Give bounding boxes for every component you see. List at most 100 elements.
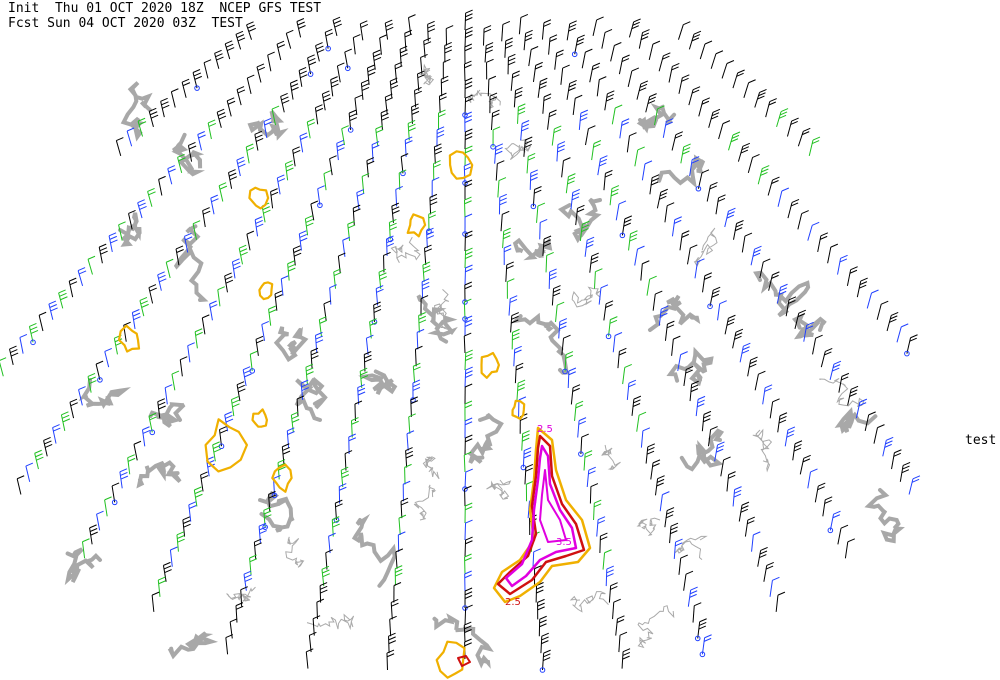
wind-barb [584, 236, 595, 257]
barb-feather [465, 519, 473, 524]
barb-feather [568, 87, 576, 92]
wind-barb [610, 42, 622, 62]
barb-feather [407, 119, 416, 124]
barb-feather [680, 351, 688, 356]
barb-staff [87, 259, 93, 275]
barb-feather [225, 40, 233, 45]
barb-feather [464, 47, 473, 52]
wind-barb [276, 174, 286, 195]
barb-feather [464, 200, 472, 205]
barb-feather [216, 56, 224, 61]
barb-feather [357, 387, 366, 392]
barb-feather [735, 223, 744, 228]
barb-feather [69, 398, 78, 403]
wind-barb [463, 332, 472, 354]
barb-staff [724, 211, 729, 228]
wind-barb [808, 136, 821, 157]
wind-barb [822, 496, 833, 517]
barb-feather [586, 244, 594, 248]
barb-staff [687, 590, 692, 607]
barb-staff [808, 139, 814, 157]
barb-feather [398, 514, 407, 519]
barb-feather [219, 429, 228, 434]
barb-feather [614, 332, 623, 336]
wind-barb [540, 632, 549, 654]
barb-feather [465, 132, 473, 137]
barb-feather [281, 96, 289, 101]
wind-barb [529, 169, 538, 190]
barb-feather [765, 565, 774, 570]
wind-barb [615, 200, 627, 221]
barb-staff [361, 176, 365, 194]
barb-feather [628, 379, 637, 384]
barb-feather [422, 282, 430, 286]
barb-feather [703, 637, 712, 642]
barb-feather [259, 530, 267, 535]
barb-staff [96, 514, 101, 531]
barb-feather [386, 653, 395, 658]
wind-barb [699, 40, 713, 60]
barb-feather [335, 503, 343, 508]
barb-feather [611, 188, 619, 193]
wind-barb [814, 482, 826, 503]
wind-barb [416, 328, 425, 350]
barb-feather [793, 447, 802, 452]
barb-staff [891, 452, 895, 470]
barb-feather [224, 272, 232, 277]
wind-barb [528, 46, 539, 67]
barb-feather [578, 420, 586, 425]
barb-feather [465, 468, 473, 473]
barb-feather [694, 602, 702, 607]
wind-barb [612, 598, 621, 620]
barb-feather [535, 65, 543, 70]
barb-feather [786, 433, 794, 438]
barb-feather [300, 74, 308, 79]
barb-feather [593, 503, 602, 508]
barb-feather [287, 260, 295, 265]
wind-barb [763, 561, 774, 582]
wind-barb [827, 243, 839, 264]
wind-barb [463, 196, 472, 218]
barb-feather [715, 50, 724, 55]
wind-barb [724, 314, 736, 335]
wind-barb [246, 21, 256, 40]
barb-feather [96, 510, 104, 515]
barb-staff [786, 120, 793, 137]
barb-feather [390, 81, 398, 86]
barb-staff [589, 66, 594, 83]
barb-feather [716, 445, 725, 450]
wind-barb [664, 320, 675, 341]
barb-feather [465, 349, 473, 354]
barb-staff [631, 399, 635, 416]
wind-barb [757, 165, 770, 185]
barb-feather [832, 514, 841, 519]
barb-staff [246, 234, 251, 251]
wind-barb [214, 49, 224, 69]
barb-feather [593, 143, 601, 148]
wind-barb [593, 499, 602, 521]
barb-feather [148, 284, 157, 289]
wind-barb [539, 649, 551, 673]
barb-feather [902, 461, 911, 466]
barb-feather [444, 49, 452, 54]
wind-barb [538, 615, 547, 637]
barb-feather [148, 191, 156, 196]
barb-staff [866, 292, 872, 309]
barb-staff [589, 255, 593, 273]
barb-feather [591, 252, 599, 257]
barb-feather [465, 540, 473, 545]
barb-feather [704, 40, 713, 45]
wind-barb [602, 549, 612, 570]
barb-feather [604, 173, 613, 178]
barb-feather [825, 348, 833, 352]
wind-barb [567, 367, 577, 388]
barb-feather [520, 13, 529, 18]
barb-feather [244, 574, 252, 579]
barb-feather [36, 456, 44, 461]
barb-feather [606, 569, 614, 574]
barb-feather [819, 235, 828, 240]
barb-feather [159, 278, 167, 283]
barb-feather [815, 334, 823, 339]
barb-feather [575, 94, 583, 99]
barb-feather [675, 131, 684, 136]
